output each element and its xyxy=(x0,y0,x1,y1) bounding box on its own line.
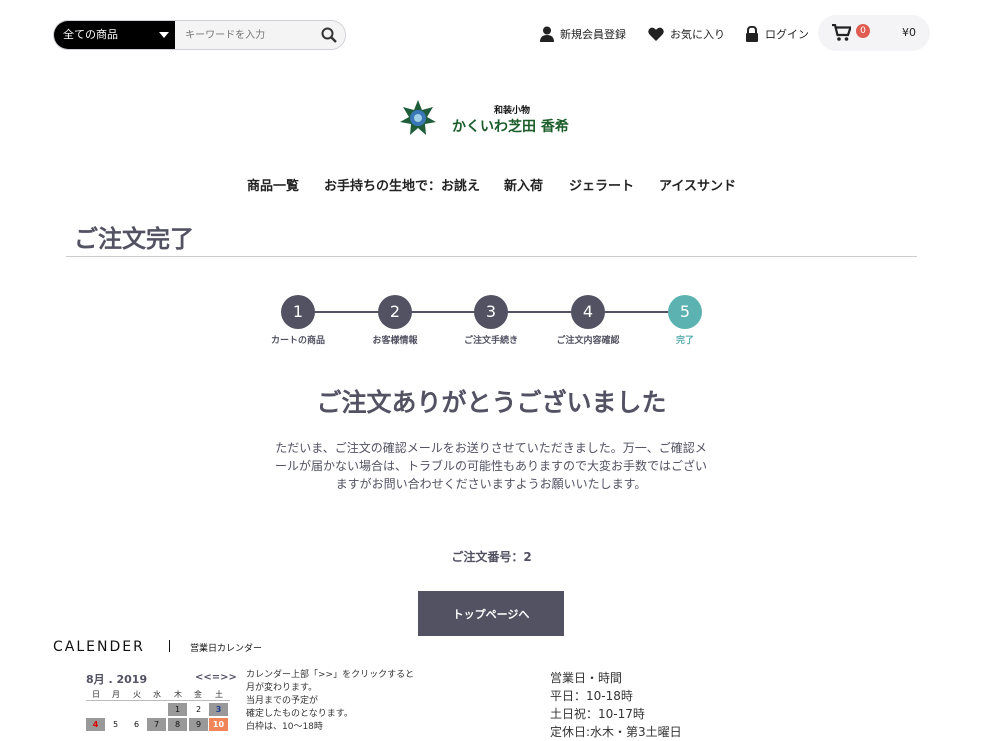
step-3-label: ご注文手続き xyxy=(463,336,518,346)
page-title: ご注文完了 xyxy=(74,225,194,253)
step-3-circle: 3 xyxy=(474,295,508,329)
weekday-mon: 月 xyxy=(112,690,120,699)
register-link[interactable]: 新規会員登録 xyxy=(540,26,626,42)
nav-item-custom-order[interactable]: お手持ちの生地で：お誂え xyxy=(324,175,480,194)
category-select-label: 全ての商品 xyxy=(63,28,118,41)
step-2-circle: 2 xyxy=(378,295,412,329)
calendar-day-9: 9 xyxy=(189,718,208,731)
thanks-heading: ご注文ありがとうございました xyxy=(316,388,667,417)
calendar-subheading: 営業日カレンダー xyxy=(190,644,263,654)
heart-icon xyxy=(648,27,664,41)
favorites-link[interactable]: お気に入り xyxy=(648,26,725,42)
cart-count-badge: 0 xyxy=(856,24,870,38)
calendar-note-line: 当月までの予定が xyxy=(246,696,319,706)
step-1-circle: 1 xyxy=(281,295,315,329)
logo-emblem-icon xyxy=(400,100,436,135)
calendar-divider xyxy=(169,640,170,652)
calendar-day-3: 3 xyxy=(209,703,228,716)
search-icon xyxy=(321,27,337,43)
weekday-tue: 火 xyxy=(133,690,141,699)
step-1-label: カートの商品 xyxy=(270,336,325,346)
calendar-heading: CALENDER xyxy=(53,639,145,655)
cart-icon xyxy=(832,24,851,41)
lock-icon xyxy=(746,26,758,42)
calendar-day-6: 6 xyxy=(127,718,146,731)
step-5-circle: 5 xyxy=(668,295,702,329)
weekday-wed: 水 xyxy=(153,690,161,699)
site-logo[interactable]: 和装小物 かくいわ芝田 香希 xyxy=(400,100,576,138)
hours-closed: 定休日:水木・第3土曜日 xyxy=(550,725,682,739)
weekday-sat: 土 xyxy=(215,690,223,699)
cart-total: ¥0 xyxy=(902,26,916,39)
weekday-fri: 金 xyxy=(194,690,202,699)
caret-down-icon xyxy=(159,32,170,38)
search-bar: 全ての商品 xyxy=(53,20,346,50)
title-divider xyxy=(66,256,917,257)
calendar-note-line: 月が変わります。 xyxy=(246,683,318,693)
weekday-sun: 日 xyxy=(92,690,100,699)
favorites-label: お気に入り xyxy=(670,28,725,41)
weekday-thu: 木 xyxy=(174,690,182,699)
nav-item-new-arrivals[interactable]: 新入荷 xyxy=(504,175,543,194)
calendar-day-2: 2 xyxy=(189,703,208,716)
search-input[interactable] xyxy=(175,21,313,49)
login-link[interactable]: ログイン xyxy=(745,26,809,42)
calendar-day-10: 10 xyxy=(209,718,228,731)
calendar-month: 8月 . 2019 xyxy=(86,673,148,686)
calendar-header-rule xyxy=(86,700,230,701)
calendar-day-8: 8 xyxy=(168,718,187,731)
step-4-label: ご注文内容確認 xyxy=(556,336,620,346)
user-icon xyxy=(540,26,554,42)
cart-button[interactable]: 0 ¥0 xyxy=(818,15,930,51)
calendar-note-line: カレンダー上部「>>」をクリックすると xyxy=(246,670,415,680)
category-select[interactable]: 全ての商品 xyxy=(54,21,176,49)
step-4-circle: 4 xyxy=(571,295,605,329)
order-number: ご注文番号：2 xyxy=(451,550,532,564)
calendar-note-line: 白枠は、10〜18時 xyxy=(246,722,323,732)
hours-title: 営業日・時間 xyxy=(550,671,623,685)
calendar-nav[interactable]: <<=>> xyxy=(195,672,237,683)
nav-item-products[interactable]: 商品一覧 xyxy=(247,175,299,194)
nav-item-gelato[interactable]: ジェラート xyxy=(569,175,634,194)
top-page-button[interactable]: トップページへ xyxy=(418,591,564,636)
step-5-label: 完了 xyxy=(675,336,694,346)
hours-weekend: 土日祝：10-17時 xyxy=(550,707,645,721)
calendar-day-4: 4 xyxy=(86,718,105,731)
calendar-note-line: 確定したものとなります。 xyxy=(246,709,353,719)
business-hours: 営業日・時間 平日：10-18時 土日祝：10-17時 定休日:水木・第3土曜日 xyxy=(550,669,682,741)
logo-title: かくいわ芝田 香希 xyxy=(452,119,569,135)
nav-item-ice-sandwich[interactable]: アイスサンド xyxy=(659,175,736,194)
step-2-label: お客様情報 xyxy=(372,336,418,346)
calendar-day-7: 7 xyxy=(147,718,166,731)
calendar-day-1: 1 xyxy=(168,703,187,716)
calendar-note: カレンダー上部「>>」をクリックすると 月が変わります。 当月までの予定が 確定… xyxy=(246,669,426,734)
hours-weekday: 平日：10-18時 xyxy=(550,689,633,703)
logo-subtitle: 和装小物 xyxy=(494,106,531,116)
confirmation-message: ただいま、ご注文の確認メールをお送りさせていただきました。万一、ご確認メールが届… xyxy=(274,441,707,491)
register-label: 新規会員登録 xyxy=(560,28,626,41)
search-button[interactable] xyxy=(312,21,345,49)
calendar-day-5: 5 xyxy=(106,718,125,731)
login-label: ログイン xyxy=(765,28,809,41)
